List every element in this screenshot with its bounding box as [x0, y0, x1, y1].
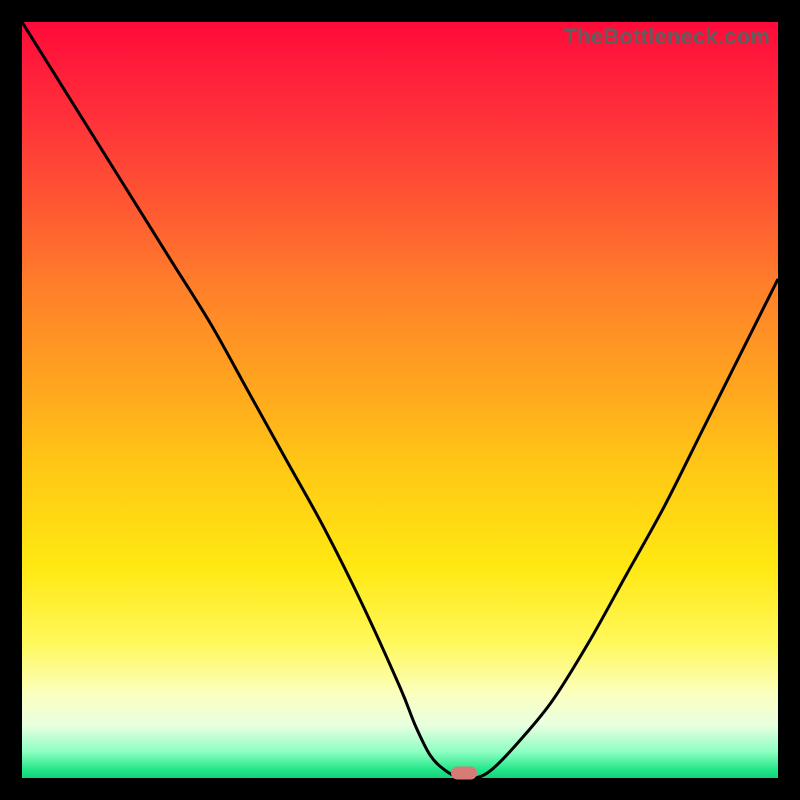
curve-path [22, 22, 778, 778]
optimum-marker [451, 767, 477, 780]
chart-frame: TheBottleneck.com [0, 0, 800, 800]
plot-area: TheBottleneck.com [22, 22, 778, 778]
bottleneck-curve [22, 22, 778, 778]
